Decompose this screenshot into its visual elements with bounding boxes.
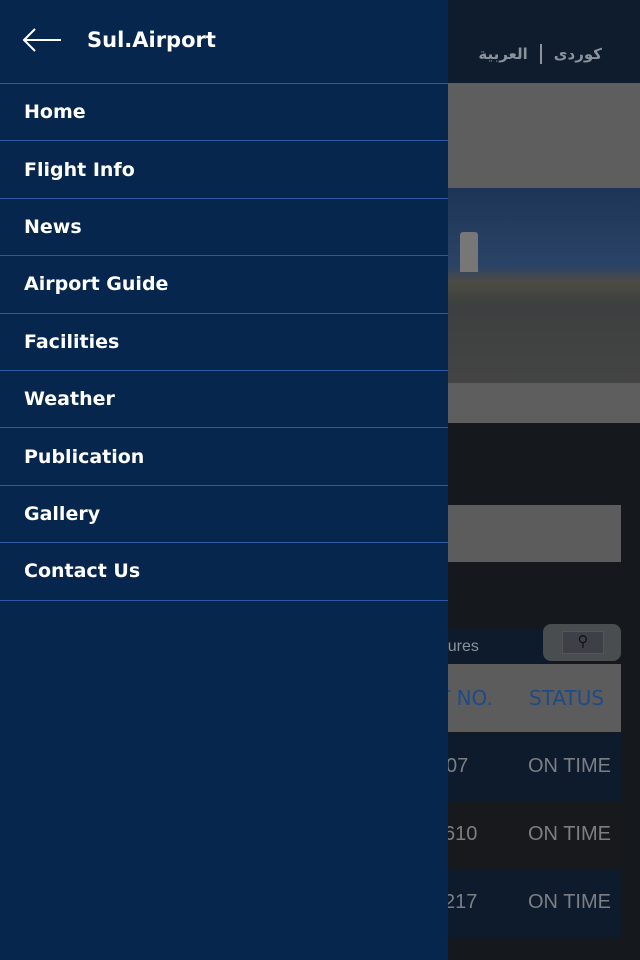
table-row[interactable]: 217 ON TIME <box>420 869 621 937</box>
flight-no: 610 <box>444 823 478 845</box>
menu-item-contact-us[interactable]: Contact Us <box>0 543 448 601</box>
header-status: STATUS <box>529 686 605 710</box>
menu-item-gallery[interactable]: Gallery <box>0 486 448 544</box>
menu-item-facilities[interactable]: Facilities <box>0 314 448 371</box>
magnifier-icon: ⚲ <box>562 631 604 654</box>
control-tower <box>460 232 478 272</box>
drawer-title: Sul.Airport <box>87 27 216 52</box>
navigation-drawer: Sul.Airport Home Flight Info News Airpor… <box>0 0 448 960</box>
menu-item-news[interactable]: News <box>0 199 448 257</box>
lang-arabic[interactable]: العربية <box>478 45 527 63</box>
menu-item-publication[interactable]: Publication <box>0 428 448 486</box>
status: ON TIME <box>528 823 611 845</box>
drawer-header: Sul.Airport <box>0 0 448 84</box>
menu-item-home[interactable]: Home <box>0 84 448 142</box>
menu-item-airport-guide[interactable]: Airport Guide <box>0 256 448 314</box>
status: ON TIME <box>528 891 611 913</box>
arrow-left-icon[interactable] <box>22 27 62 52</box>
table-header: T NO. STATUS <box>420 664 621 732</box>
table-row[interactable]: 610 ON TIME <box>420 801 621 869</box>
menu-item-weather[interactable]: Weather <box>0 371 448 429</box>
flight-no: 07 <box>446 755 469 777</box>
flight-no: 217 <box>444 891 478 913</box>
status: ON TIME <box>528 755 611 777</box>
language-switcher: العربية کوردی <box>478 44 602 64</box>
search-field[interactable] <box>420 505 621 562</box>
search-button[interactable]: ⚲ <box>543 624 621 661</box>
lang-kurdish[interactable]: کوردی <box>554 45 602 63</box>
menu-item-flight-info[interactable]: Flight Info <box>0 141 448 199</box>
table-row[interactable]: 07 ON TIME <box>420 733 621 801</box>
divider <box>539 44 542 64</box>
